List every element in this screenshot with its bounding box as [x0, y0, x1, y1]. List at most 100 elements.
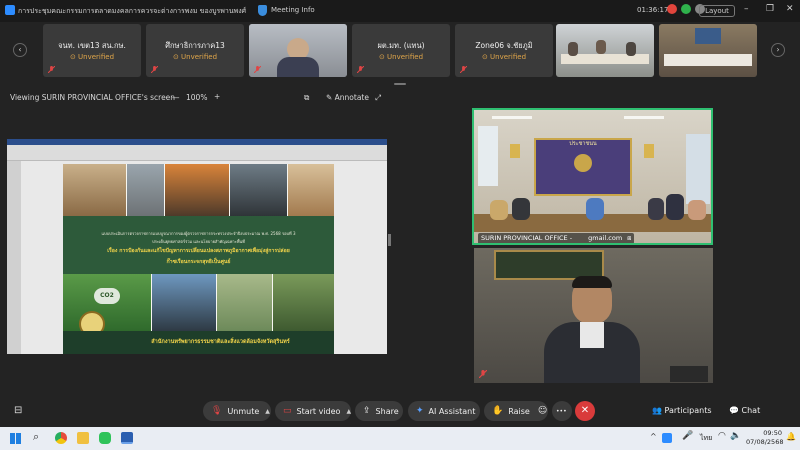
chat-icon: 💬: [729, 406, 739, 415]
line-app-icon[interactable]: [99, 432, 111, 444]
mic-muted-icon: [479, 370, 487, 378]
mic-muted-icon: [254, 66, 261, 73]
photo-tires: [152, 274, 216, 331]
zoom-tray-icon[interactable]: [662, 433, 672, 443]
restore-icon[interactable]: ❐: [766, 4, 774, 14]
photo-volunteers: [217, 274, 272, 331]
captions-icon[interactable]: ⊟: [14, 405, 22, 416]
clock-time: 09:50: [763, 429, 782, 437]
leave-button[interactable]: ✕: [575, 401, 595, 421]
mic-muted-icon: [460, 66, 467, 73]
video-tile-speaker[interactable]: [474, 248, 713, 383]
shared-screen[interactable]: แบบประเมินการตรวจราชการแบบบูรณาการของผู้…: [7, 139, 387, 354]
document-headline-1: เรื่อง การป้องกันและแก้ไขปัญหาการเปลี่ยน…: [107, 248, 290, 254]
chat-button[interactable]: 💬 Chat: [729, 406, 760, 415]
start-video-button[interactable]: ▭ Start video ▲: [275, 401, 351, 421]
clock[interactable]: 09:50 07/08/2568: [746, 429, 783, 447]
more-label: •••: [556, 407, 567, 415]
co2-label: CO2: [100, 292, 114, 299]
meeting-toolbar: ⊟ 🎙 Unmute ▲ ▭ Start video ▲ ⇪ Share ✦ A…: [0, 397, 800, 427]
raise-label: Raise: [508, 406, 530, 416]
photo-factory: [127, 164, 164, 216]
mic-muted-icon: [357, 66, 364, 73]
annotate-button[interactable]: ✎ Annotate: [326, 93, 369, 102]
chevron-left-icon[interactable]: ‹: [13, 43, 27, 57]
video-tile-surin[interactable]: ประชาชนน SURIN PROVINCIAL OFFICE - gmail…: [472, 108, 713, 245]
raise-button[interactable]: ✋ Raise ☺: [484, 401, 548, 421]
photo-dead-tree: [288, 164, 334, 216]
wifi-icon[interactable]: ◠: [718, 431, 726, 441]
remote-control-icon[interactable]: ⧉: [304, 93, 309, 103]
name-tag-label: SURIN PROVINCIAL OFFICE -: [481, 234, 573, 242]
ceiling-light: [492, 116, 532, 119]
chevron-right-icon[interactable]: ›: [771, 43, 785, 57]
expand-icon[interactable]: ⤢: [375, 93, 381, 103]
zoom-in-button[interactable]: +: [214, 92, 220, 101]
thumbnail-tile[interactable]: ศึกษาธิการภาค13 ⊙ Unverified: [146, 24, 244, 77]
thumbnail-video-tile[interactable]: [249, 24, 347, 77]
zoom-level[interactable]: 100%: [186, 93, 207, 102]
chrome-icon[interactable]: [55, 432, 67, 444]
ai-assistant-icon: ✦: [416, 406, 424, 416]
window: [478, 126, 498, 186]
layout-button[interactable]: Layout: [699, 5, 735, 17]
ai-assistant-button[interactable]: ✦ AI Assistant: [408, 401, 480, 421]
input-language[interactable]: ไทย: [700, 433, 712, 444]
viewing-screen-label: Viewing SURIN PROVINCIAL OFFICE's screen: [10, 93, 176, 102]
chevron-down-icon[interactable]: ▲: [346, 408, 351, 415]
volume-icon[interactable]: 🔈: [730, 431, 741, 441]
file-explorer-icon[interactable]: [77, 432, 89, 444]
thumbnail-tile[interactable]: จนท. เขต13 สน.กษ. ⊙ Unverified: [43, 24, 141, 77]
close-icon: ✕: [580, 405, 590, 416]
start-video-label: Start video: [296, 406, 341, 416]
viewer-sidebar: [7, 161, 21, 354]
search-icon[interactable]: ⌕: [33, 430, 39, 444]
thumbnail-tile[interactable]: Zone06 จ.ชัยภูมิ ⊙ Unverified: [455, 24, 553, 77]
participants-icon: 👥: [652, 406, 662, 415]
ai-assistant-label: AI Assistant: [428, 406, 476, 416]
thumbnail-tile[interactable]: ผต.มท. (แทน) ⊙ Unverified: [352, 24, 450, 77]
share-button[interactable]: ⇪ Share: [355, 401, 403, 421]
drag-handle[interactable]: [394, 83, 406, 85]
record-icon[interactable]: [667, 4, 677, 14]
reaction-icon[interactable]: ☺: [538, 406, 547, 416]
participant-figure: [626, 42, 636, 56]
name-tag-email: gmail.com: [588, 234, 623, 242]
window: [686, 134, 710, 204]
participants-button[interactable]: 👥 Participants: [652, 406, 712, 415]
document-footer: สำนักงานทรัพยากรธรรมชาติและสิ่งแวดล้อมจั…: [151, 339, 290, 345]
unmute-button[interactable]: 🎙 Unmute ▲: [203, 401, 271, 421]
notification-bell-icon[interactable]: 🔔: [786, 432, 796, 441]
participant-hair: [572, 276, 612, 288]
meeting-info-button[interactable]: Meeting Info: [271, 6, 315, 14]
name-tag: SURIN PROVINCIAL OFFICE - gmail.com ⧈: [478, 233, 635, 243]
thumbnail-status: ⊙ Unverified: [69, 53, 115, 61]
encryption-icon[interactable]: [681, 4, 691, 14]
close-window-icon[interactable]: ✕: [786, 4, 794, 14]
more-button[interactable]: •••: [552, 401, 572, 421]
chevron-down-icon[interactable]: ▲: [265, 408, 270, 415]
thumbnail-video-tile[interactable]: [556, 24, 654, 77]
emblem: [574, 154, 592, 172]
document-headline-2: ก๊าซเรือนกระจกสุทธิเป็นศูนย์: [166, 259, 231, 265]
mic-muted-icon: [48, 66, 55, 73]
raise-hand-icon: ✋: [492, 406, 504, 416]
splitter-handle[interactable]: [388, 234, 391, 246]
participant-body: [277, 57, 319, 77]
flag: [510, 144, 520, 158]
windows-start-icon[interactable]: [10, 433, 21, 444]
viewer-toolbar: [7, 145, 387, 161]
minimize-icon[interactable]: –: [744, 4, 749, 14]
word-icon[interactable]: [121, 432, 133, 444]
chevron-up-icon[interactable]: ^: [650, 432, 657, 441]
video-off-icon: ▭: [283, 406, 292, 416]
mic-muted-icon: [151, 66, 158, 73]
mic-muted-icon[interactable]: 🎤: [682, 431, 693, 441]
thumbnail-video-tile[interactable]: [659, 24, 757, 77]
zoom-out-button[interactable]: —: [172, 93, 180, 102]
share-view-bar: Viewing SURIN PROVINCIAL OFFICE's screen…: [0, 88, 800, 108]
document-subtitle-2: ประเด็นยุทธศาสตร์ร่วม และนโยบายสำคัญเฉพา…: [152, 239, 245, 244]
windows-taskbar: ⌕ ^ 🎤 ไทย ◠ 🔈 09:50 07/08/2568 🔔: [0, 427, 800, 450]
participant-figure: [586, 198, 604, 220]
thumbnail-name: ผต.มท. (แทน): [377, 41, 425, 50]
